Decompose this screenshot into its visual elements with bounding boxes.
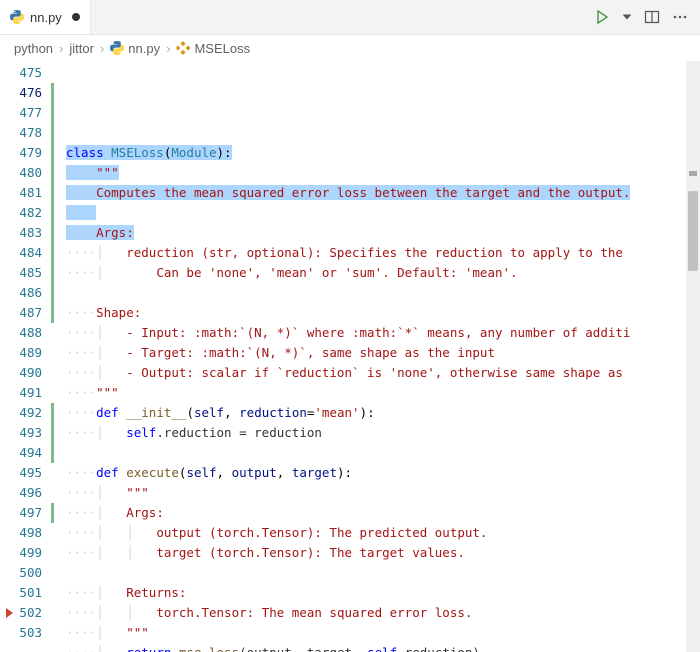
- line-number[interactable]: 489: [0, 343, 42, 363]
- split-editor-button[interactable]: [644, 9, 660, 25]
- line-number[interactable]: 495: [0, 463, 42, 483]
- python-file-icon: [110, 41, 124, 55]
- breadcrumb-item[interactable]: nn.py: [110, 41, 160, 56]
- class-symbol-icon: [176, 41, 190, 55]
- scroll-thumb[interactable]: [688, 191, 698, 271]
- code-editor[interactable]: 4754764774784794804814824834844854864874…: [0, 61, 700, 652]
- line-number[interactable]: 491: [0, 383, 42, 403]
- line-number[interactable]: 488: [0, 323, 42, 343]
- modified-indicator: [51, 83, 54, 323]
- run-dropdown-button[interactable]: [622, 12, 632, 22]
- line-number[interactable]: 494: [0, 443, 42, 463]
- code-line[interactable]: ····│ """: [66, 623, 700, 643]
- chevron-right-icon: ›: [164, 41, 172, 56]
- breakpoint-icon[interactable]: [6, 608, 13, 618]
- line-number[interactable]: 500: [0, 563, 42, 583]
- code-line[interactable]: ····│ Returns:: [66, 583, 700, 603]
- tab-filename: nn.py: [30, 10, 62, 25]
- code-line[interactable]: ····│ Can be 'none', 'mean' or 'sum'. De…: [66, 263, 700, 283]
- code-line[interactable]: ····│ │ target (torch.Tensor): The targe…: [66, 543, 700, 563]
- line-number[interactable]: 478: [0, 123, 42, 143]
- vertical-scrollbar[interactable]: [686, 61, 700, 652]
- line-number[interactable]: 496: [0, 483, 42, 503]
- line-number[interactable]: 477: [0, 103, 42, 123]
- code-line[interactable]: ····│ Args:: [66, 503, 700, 523]
- chevron-right-icon: ›: [98, 41, 106, 56]
- breadcrumb-item[interactable]: python: [14, 41, 53, 56]
- overview-marker: [689, 171, 697, 176]
- line-number[interactable]: 487: [0, 303, 42, 323]
- code-area[interactable]: class MSELoss(Module):····"""····Compute…: [56, 61, 700, 652]
- breadcrumb[interactable]: python › jittor › nn.py › MSELoss: [0, 35, 700, 61]
- code-line[interactable]: ····│ return mse_loss(output, target, se…: [66, 643, 700, 652]
- line-number[interactable]: 492: [0, 403, 42, 423]
- line-number[interactable]: 490: [0, 363, 42, 383]
- tab-bar: nn.py: [0, 0, 700, 35]
- code-line[interactable]: ····Shape:: [66, 303, 700, 323]
- line-number[interactable]: 481: [0, 183, 42, 203]
- code-line[interactable]: [66, 283, 700, 303]
- code-line[interactable]: ····│ """: [66, 483, 700, 503]
- line-number[interactable]: 486: [0, 283, 42, 303]
- line-number-gutter[interactable]: 4754764774784794804814824834844854864874…: [0, 61, 56, 652]
- code-line[interactable]: ····│ │ torch.Tensor: The mean squared e…: [66, 603, 700, 623]
- line-number[interactable]: 497: [0, 503, 42, 523]
- breadcrumb-item[interactable]: MSELoss: [176, 41, 250, 56]
- code-line[interactable]: [66, 203, 700, 223]
- line-number[interactable]: 482: [0, 203, 42, 223]
- code-line[interactable]: ····def execute(self, output, target):: [66, 463, 700, 483]
- modified-indicator: [51, 503, 54, 523]
- line-number[interactable]: 493: [0, 423, 42, 443]
- line-number[interactable]: 499: [0, 543, 42, 563]
- line-number[interactable]: 480: [0, 163, 42, 183]
- line-number[interactable]: 475: [0, 63, 42, 83]
- code-line[interactable]: ····│ self.reduction = reduction: [66, 423, 700, 443]
- line-number[interactable]: 483: [0, 223, 42, 243]
- line-number[interactable]: 484: [0, 243, 42, 263]
- line-number[interactable]: 485: [0, 263, 42, 283]
- more-actions-button[interactable]: [672, 9, 688, 25]
- code-line[interactable]: ····Computes the mean squared error loss…: [66, 183, 700, 203]
- code-line[interactable]: ····Args:: [66, 223, 700, 243]
- code-line[interactable]: ····""": [66, 163, 700, 183]
- line-number[interactable]: 503: [0, 623, 42, 643]
- code-line[interactable]: ····""": [66, 383, 700, 403]
- code-line[interactable]: ····│ reduction (str, optional): Specifi…: [66, 243, 700, 263]
- code-line[interactable]: [66, 443, 700, 463]
- chevron-right-icon: ›: [57, 41, 65, 56]
- code-line[interactable]: [66, 123, 700, 143]
- code-line[interactable]: class MSELoss(Module):: [66, 143, 700, 163]
- code-line[interactable]: [66, 563, 700, 583]
- code-line[interactable]: ····│ - Input: :math:`(N, *)` where :mat…: [66, 323, 700, 343]
- editor-tab[interactable]: nn.py: [0, 0, 91, 34]
- code-line[interactable]: ····def __init__(self, reduction='mean')…: [66, 403, 700, 423]
- tab-dirty-indicator: [72, 13, 80, 21]
- code-line[interactable]: ····│ - Output: scalar if `reduction` is…: [66, 363, 700, 383]
- python-file-icon: [10, 10, 24, 24]
- code-line[interactable]: ····│ - Target: :math:`(N, *)`, same sha…: [66, 343, 700, 363]
- line-number[interactable]: 498: [0, 523, 42, 543]
- breadcrumb-item[interactable]: jittor: [69, 41, 94, 56]
- run-button[interactable]: [594, 9, 610, 25]
- line-number[interactable]: 479: [0, 143, 42, 163]
- code-line[interactable]: ····│ │ output (torch.Tensor): The predi…: [66, 523, 700, 543]
- line-number[interactable]: 501: [0, 583, 42, 603]
- editor-toolbar: [594, 9, 700, 25]
- line-number[interactable]: 476: [0, 83, 42, 103]
- modified-indicator: [51, 403, 54, 463]
